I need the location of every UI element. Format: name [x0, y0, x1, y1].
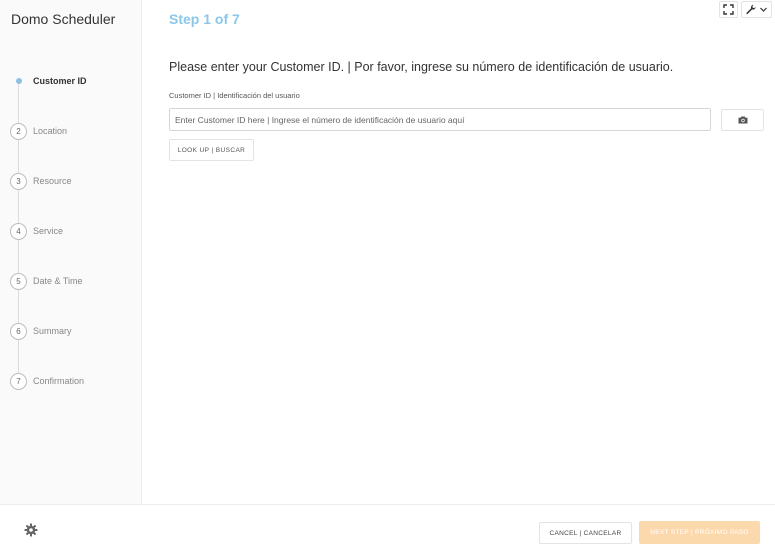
wrench-icon: [746, 4, 756, 15]
step-label: Customer ID: [33, 76, 87, 86]
step-label: Date & Time: [33, 276, 83, 286]
step-confirmation[interactable]: 7 Confirmation: [10, 372, 135, 390]
current-step-dot-icon: [15, 78, 22, 84]
customer-id-label: Customer ID | Identificación del usuario: [169, 91, 300, 100]
current-step-indicator: [10, 73, 27, 90]
step-summary[interactable]: 6 Summary: [10, 322, 135, 340]
step-number: 7: [10, 372, 27, 390]
step-number: 2: [10, 122, 27, 140]
step-label: Summary: [33, 326, 72, 336]
step-title: Step 1 of 7: [169, 11, 240, 27]
step-service[interactable]: 4 Service: [10, 222, 135, 240]
step-number: 6: [10, 322, 27, 340]
step-location[interactable]: 2 Location: [10, 122, 135, 140]
step-label: Confirmation: [33, 376, 85, 386]
fullscreen-icon: [723, 4, 734, 15]
step-number: 5: [10, 272, 27, 290]
customer-id-input[interactable]: [169, 108, 711, 131]
fullscreen-button[interactable]: [719, 1, 738, 18]
step-customer-id[interactable]: Customer ID: [10, 72, 135, 90]
step-label: Location: [33, 126, 68, 136]
step-label: Resource: [33, 176, 72, 186]
tools-menu-button[interactable]: [741, 1, 772, 18]
scan-camera-button[interactable]: [721, 109, 764, 131]
next-step-button[interactable]: NEXT STEP | PRÓXIMO PASO: [639, 521, 760, 544]
step-label: Service: [33, 226, 64, 236]
step-number: 3: [10, 172, 27, 190]
step-date-time[interactable]: 5 Date & Time: [10, 272, 135, 290]
top-toolbar: [719, 1, 772, 18]
chevron-down-icon: [760, 7, 767, 12]
camera-icon: [738, 116, 747, 124]
footer-bar: CANCEL | CANCELAR NEXT STEP | PRÓXIMO PA…: [0, 504, 775, 550]
look-up-button[interactable]: LOOK UP | BUSCAR: [169, 139, 254, 161]
cancel-button[interactable]: CANCEL | CANCELAR: [539, 522, 632, 544]
gear-icon[interactable]: [24, 523, 38, 537]
step-resource[interactable]: 3 Resource: [10, 172, 135, 190]
customer-id-prompt: Please enter your Customer ID. | Por fav…: [169, 60, 674, 74]
sidebar: Domo Scheduler Customer ID 2 Location 3 …: [0, 0, 142, 504]
step-number: 4: [10, 222, 27, 240]
app-title: Domo Scheduler: [11, 11, 116, 27]
